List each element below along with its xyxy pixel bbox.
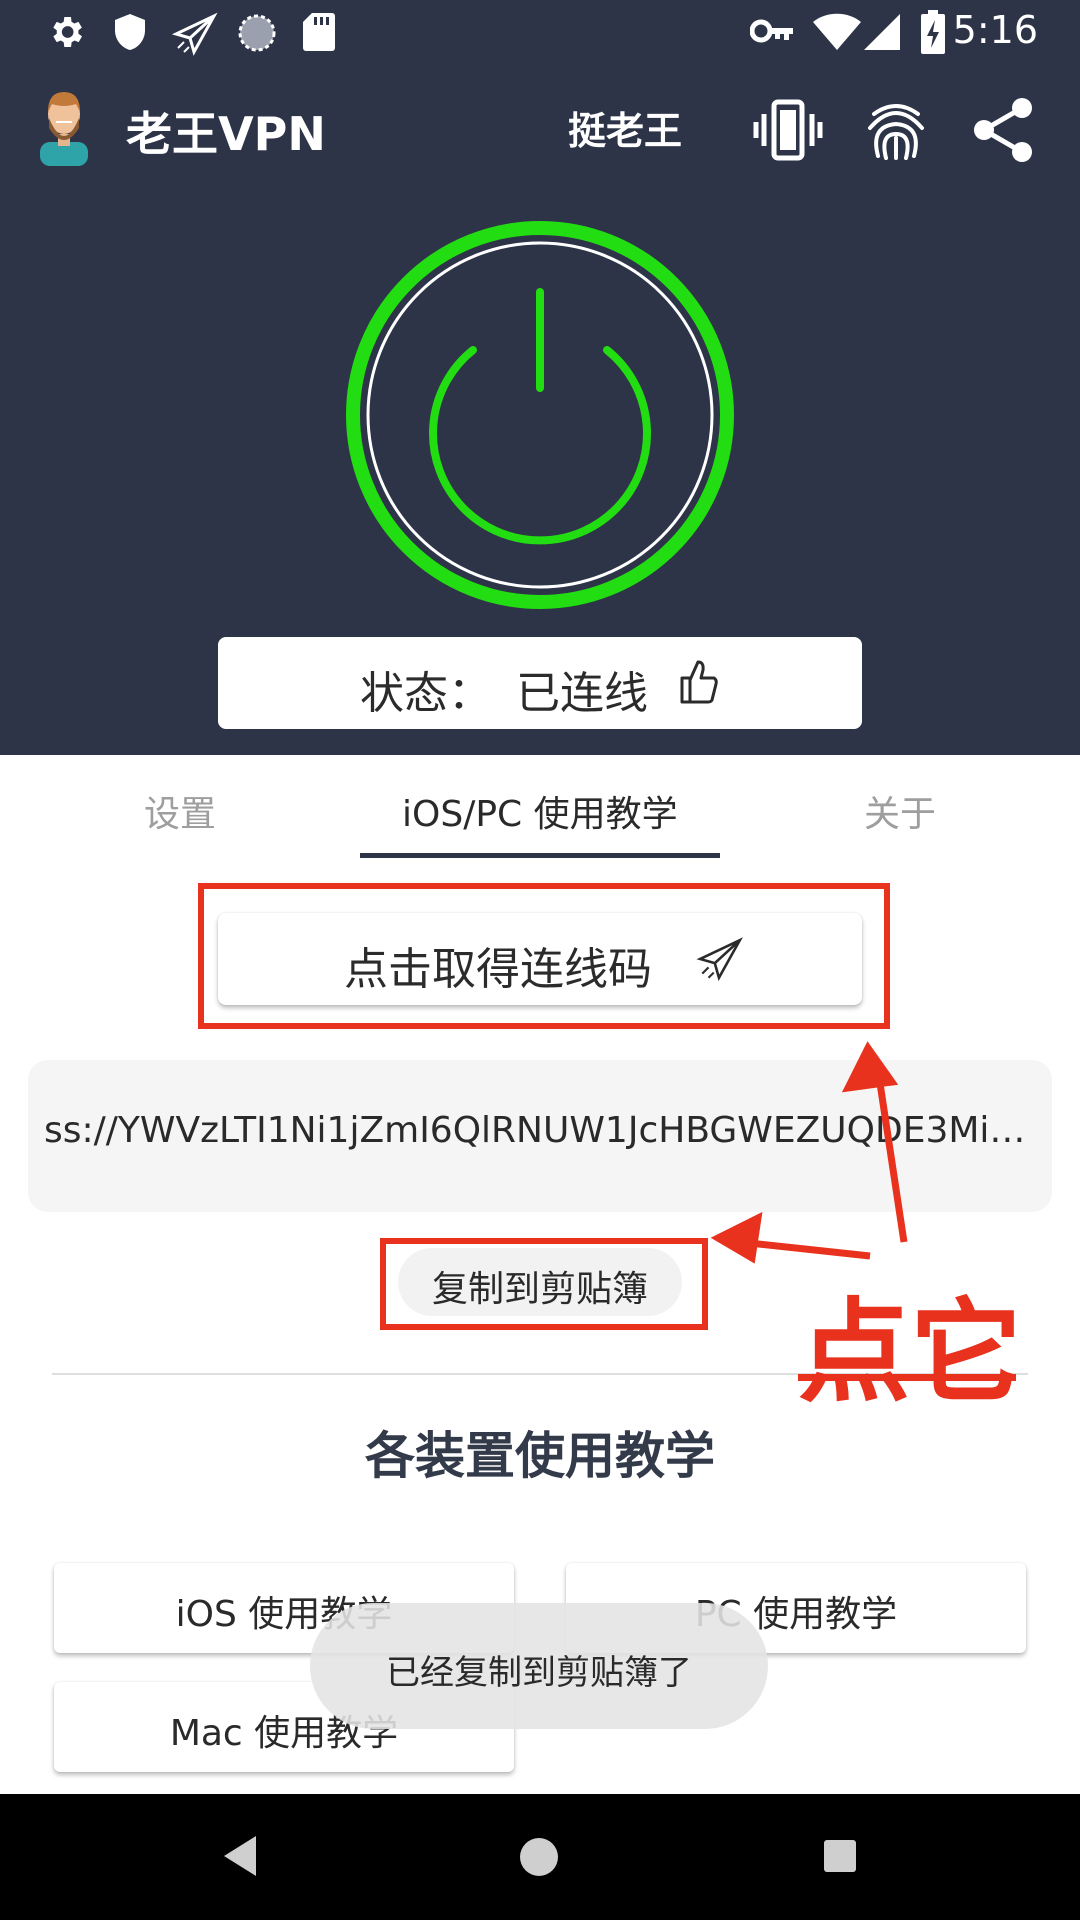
wifi-icon [813,13,861,50]
annotation-underline [798,1374,1016,1381]
loading-circle-icon [238,14,276,52]
status-box: 状态： 已连线 [218,637,862,729]
tab-tutorial[interactable]: iOS/PC 使用教学 [402,785,678,837]
tab-about[interactable]: 关于 [864,785,936,837]
thumbs-up-icon [680,660,718,704]
paper-plane-icon [172,12,218,56]
signal-icon [864,14,900,50]
vpn-key-icon [750,19,793,43]
toast: 已经复制到剪贴簿了 [310,1603,768,1729]
share-icon[interactable] [968,94,1040,166]
annotation-box-copy [380,1238,708,1330]
avatar [40,92,88,166]
status-value: 已连线 [516,668,648,719]
app-bar: 老王VPN 挺老王 [0,64,1080,190]
sd-card-icon [303,13,335,51]
support-button[interactable]: 挺老王 [568,100,682,155]
status-bar: 5:16 [0,0,1080,64]
annotation-box-get-code [198,883,890,1029]
tab-settings[interactable]: 设置 [144,785,216,837]
recents-icon[interactable] [822,1838,858,1874]
status-label: 状态： [360,668,492,719]
connection-panel: 状态： 已连线 [0,190,1080,755]
fingerprint-icon[interactable] [860,94,932,166]
toast-message: 已经复制到剪贴簿了 [386,1653,692,1693]
navigation-bar [0,1794,1080,1920]
app-title: 老王VPN [126,107,326,161]
back-icon[interactable] [222,1834,258,1878]
power-icon [429,288,651,545]
annotation-text: 点它 [798,1288,1022,1418]
section-title: 各装置使用教学 [365,1427,715,1485]
battery-charging-icon [921,10,945,54]
vibrate-icon[interactable] [752,94,824,166]
tab-bar: 设置 iOS/PC 使用教学 关于 [0,755,1080,860]
shield-icon [115,14,145,50]
tab-indicator [360,853,720,858]
power-button[interactable] [345,220,735,610]
clock: 5:16 [952,8,1038,52]
home-icon[interactable] [518,1836,560,1878]
gear-icon [53,17,82,47]
